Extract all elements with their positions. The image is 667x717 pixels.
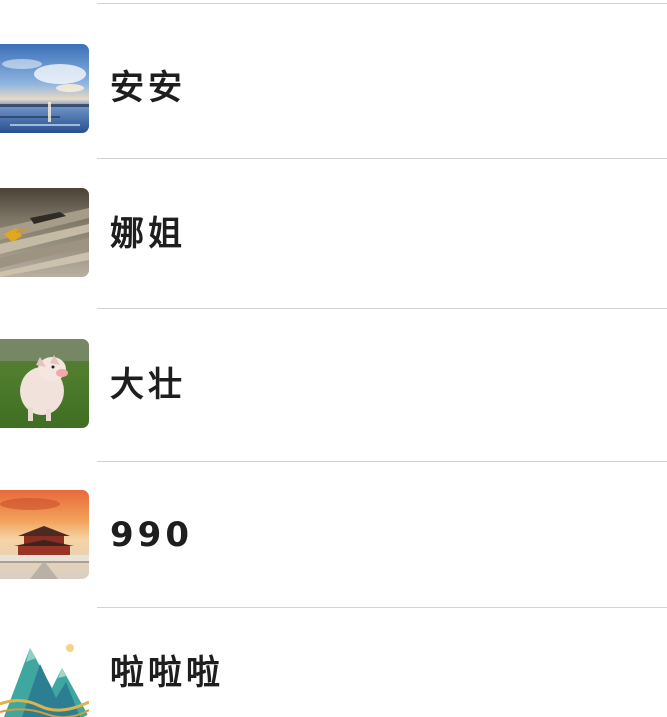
palace-sunset-image [0, 490, 89, 579]
contact-row[interactable]: 啦啦啦 [0, 608, 667, 717]
wooden-bench-leaf-image [0, 188, 89, 277]
contact-list: 安安 娜姐 大壮 990 啦啦啦 [0, 0, 667, 717]
avatar [0, 44, 89, 133]
contact-row[interactable]: 990 [0, 462, 667, 607]
contact-name: 大壮 [110, 365, 186, 405]
avatar [0, 628, 89, 717]
contact-row[interactable]: 安安 [0, 4, 667, 158]
avatar [0, 339, 89, 428]
contact-name: 啦啦啦 [110, 653, 224, 693]
contact-name: 990 [110, 515, 193, 555]
seascape-sunset-image [0, 44, 89, 133]
landscape-painting-image [0, 628, 89, 717]
piglet-on-grass-image [0, 339, 89, 428]
contact-name: 安安 [110, 68, 186, 108]
contact-row[interactable]: 大壮 [0, 309, 667, 461]
avatar [0, 490, 89, 579]
contact-row[interactable]: 娜姐 [0, 159, 667, 308]
contact-name: 娜姐 [110, 214, 186, 254]
avatar [0, 188, 89, 277]
